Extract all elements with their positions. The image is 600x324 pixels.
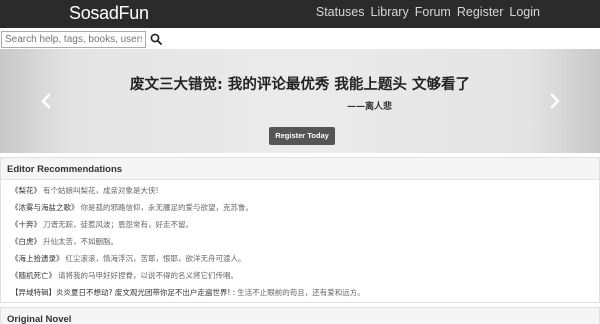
register-today-button[interactable]: Register Today (269, 127, 335, 145)
rec-desc: 刀谱无踪，徒惹风波；恩怨常有，好走不留。 (43, 220, 193, 229)
list-item[interactable]: 《海上拾遗录》 红尘滚滚，情海浮沉，苦耶，恨耶，欲洋无舟可渡人。 (11, 253, 596, 270)
list-item[interactable]: 《梨花》 有个姑娘叫梨花，成亲对象是大侠! (11, 185, 596, 202)
recommendation-list: 《梨花》 有个姑娘叫梨花，成亲对象是大侠! 《浓雾与海盐之歌》 你是孤的邪路信仰，永… (11, 185, 596, 304)
rec-title[interactable]: 《随机死亡》 (11, 271, 56, 280)
list-item[interactable]: 《十奔》 刀谱无踪，徒惹风波；恩怨常有，好走不留。 (11, 219, 596, 236)
carousel-author: ——离人悲 (347, 102, 393, 112)
original-novel-heading: Original Novel (7, 314, 72, 324)
search-icon[interactable] (150, 33, 162, 45)
chevron-left-icon[interactable] (40, 93, 52, 109)
panel-heading: Editor Recommendations (1, 158, 599, 180)
rec-title[interactable]: 《浓雾与海盐之歌》 (11, 203, 79, 212)
nav-register[interactable]: Register (457, 5, 504, 19)
rec-desc: 请将我的马甲好好捏脊，以说不得的名义将它们传唱。 (58, 271, 238, 280)
nav-login[interactable]: Login (509, 5, 540, 19)
search-bar (0, 30, 600, 50)
list-item[interactable]: 《白虎》 升仙太苦，不如胭脂。 (11, 236, 596, 253)
rec-title[interactable]: 《梨花》 (11, 186, 41, 195)
nav-forum[interactable]: Forum (415, 5, 451, 19)
rec-title[interactable]: 【异域特辑】炎炎夏日不想动? 废文观光团带你足不出户走遍世界! : (11, 288, 235, 297)
top-navbar: SosadFun Statuses Library Forum Register… (0, 0, 600, 28)
carousel-quote: 废文三大错觉: 我的评论最优秀 我能上题头 文够看了 (130, 77, 470, 93)
quote-carousel: 废文三大错觉: 我的评论最优秀 我能上题头 文够看了 ——离人悲 Registe… (0, 49, 600, 153)
rec-desc: 你是孤的邪路信仰，永无餍足的爱与欲望，克苏鲁。 (80, 203, 254, 212)
rec-desc: 有个姑娘叫梨花，成亲对象是大侠! (43, 186, 159, 195)
rec-title[interactable]: 《海上拾遗录》 (11, 254, 64, 263)
list-item[interactable]: 【异域特辑】炎炎夏日不想动? 废文观光团带你足不出户走遍世界! : 生活不止眼前的… (11, 287, 596, 304)
editor-recommendations-heading: Editor Recommendations (7, 164, 123, 175)
rec-desc: 生活不止眼前的苟且，还有爱和远方。 (237, 288, 365, 297)
rec-desc: 红尘滚滚，情海浮沉，苦耶，恨耶，欲洋无舟可渡人。 (65, 254, 246, 263)
rec-title[interactable]: 《白虎》 (11, 237, 41, 246)
brand-logo[interactable]: SosadFun (69, 3, 149, 24)
nav-links: Statuses Library Forum Register Login (310, 5, 540, 19)
list-item[interactable]: 《浓雾与海盐之歌》 你是孤的邪路信仰，永无餍足的爱与欲望，克苏鲁。 (11, 202, 596, 219)
original-novel-panel: Original Novel (0, 307, 600, 324)
nav-library[interactable]: Library (371, 5, 409, 19)
rec-desc: 升仙太苦，不如胭脂。 (43, 237, 118, 246)
list-item[interactable]: 《随机死亡》 请将我的马甲好好捏脊，以说不得的名义将它们传唱。 (11, 270, 596, 287)
panel-heading: Original Novel (1, 308, 599, 324)
rec-title[interactable]: 《十奔》 (11, 220, 41, 229)
editor-recommendations-panel: Editor Recommendations 《梨花》 有个姑娘叫梨花，成亲对象是… (0, 157, 600, 303)
chevron-right-icon[interactable] (549, 93, 561, 109)
nav-statuses[interactable]: Statuses (316, 5, 365, 19)
search-input[interactable] (1, 31, 146, 48)
